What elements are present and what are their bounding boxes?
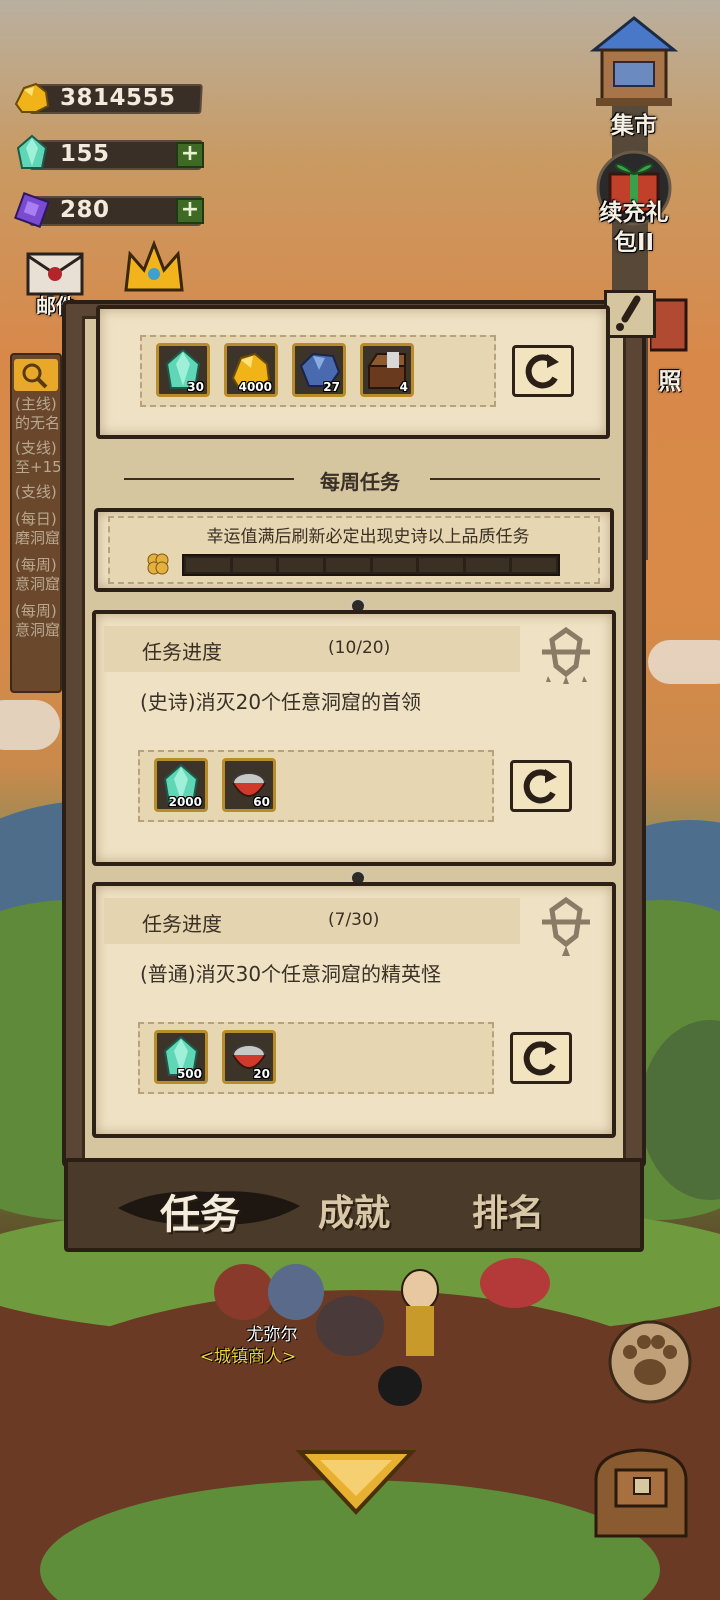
- reward-count: 60: [253, 795, 270, 809]
- photo-button[interactable]: 照: [648, 290, 710, 400]
- crystal-currency: 155 +: [12, 134, 204, 174]
- log-line: 意洞窟: [15, 575, 60, 593]
- gold-nugget-icon: [14, 82, 50, 113]
- reward-item[interactable]: 20: [222, 1030, 276, 1084]
- quest-log-sidebar[interactable]: (主线) 的无名 (支线) 至+15 (支线) (每日) 磨洞窟 (每周) 意洞…: [10, 353, 62, 693]
- gift-pack-button[interactable]: 续充礼包II: [584, 146, 684, 266]
- backpack-button[interactable]: [586, 1440, 696, 1550]
- log-line: (每日): [15, 510, 57, 528]
- task-progress-value: (7/30): [328, 910, 380, 930]
- weekly-tasks-header: 每周任务: [320, 470, 400, 494]
- log-line: 磨洞窟: [15, 529, 60, 547]
- reward-count: 4: [399, 380, 408, 394]
- photo-label: 照: [658, 369, 682, 395]
- log-line: (支线): [15, 439, 57, 457]
- camera-icon: [648, 298, 688, 352]
- epic-rank-emblem-icon: [542, 626, 590, 684]
- luck-card: 幸运值满后刷新必定出现史诗以上品质任务: [94, 508, 614, 592]
- reward-count: 2000: [168, 795, 202, 809]
- log-line: (每周): [15, 602, 57, 620]
- backpack-icon: [594, 1448, 688, 1538]
- purple-gem-icon: [14, 192, 50, 228]
- reward-count: 20: [253, 1067, 270, 1081]
- task-card: 任务进度 (7/30) (普通)消灭30个任意洞窟的精英怪 500 20: [92, 882, 616, 1138]
- common-rank-emblem-icon: [542, 896, 590, 956]
- top-reward-card: 30 4000 27 4: [96, 305, 610, 439]
- clover-icon: [147, 553, 169, 575]
- tab-bar: 任务 成就 排名: [64, 1158, 644, 1252]
- green-crystal-icon: [16, 134, 48, 169]
- task-description: (史诗)消灭20个任意洞窟的首领: [140, 690, 422, 714]
- task-card: 任务进度 (10/20) (史诗)消灭20个任意洞窟的首领 2000 60: [92, 610, 616, 866]
- reward-item[interactable]: 30: [156, 343, 210, 397]
- refresh-icon: [525, 354, 559, 389]
- tab-tasks[interactable]: 任务: [160, 1182, 240, 1240]
- market-stall-icon: [589, 16, 679, 106]
- reward-item[interactable]: 2000: [154, 758, 208, 812]
- expand-arrow-button[interactable]: [295, 1446, 417, 1518]
- task-description: (普通)消灭30个任意洞窟的精英怪: [140, 962, 442, 986]
- tab-achievements[interactable]: 成就: [318, 1184, 390, 1236]
- gold-amount: 3814555: [60, 85, 176, 111]
- weekly-divider-left: [124, 478, 294, 480]
- gem-currency: 280 +: [12, 190, 204, 230]
- red-creature[interactable]: [480, 1258, 550, 1308]
- log-line: 意洞窟: [15, 621, 60, 639]
- crystal-amount: 155: [60, 141, 110, 167]
- player-character[interactable]: [300, 1266, 450, 1416]
- luck-progress-bar: [182, 554, 560, 576]
- add-crystal-button[interactable]: +: [176, 142, 204, 168]
- reward-item[interactable]: 60: [222, 758, 276, 812]
- log-line: (每周): [15, 556, 57, 574]
- log-line: (主线): [15, 395, 57, 413]
- reward-count: 30: [187, 380, 204, 394]
- notice-tab[interactable]: [604, 290, 656, 338]
- log-line: 的无名: [15, 414, 60, 432]
- market-button[interactable]: 集市: [584, 10, 684, 140]
- luck-description: 幸运值满后刷新必定出现史诗以上品质任务: [206, 527, 530, 547]
- task-progress-value: (10/20): [328, 638, 391, 658]
- refresh-icon: [523, 1041, 557, 1076]
- crown-icon: [124, 239, 184, 292]
- gem-amount: 280: [60, 197, 110, 223]
- log-line: (支线): [15, 483, 57, 501]
- npc-title: <城镇商人>: [199, 1347, 297, 1367]
- reward-item[interactable]: 4: [360, 343, 414, 397]
- weekly-divider-right: [430, 478, 600, 480]
- task-progress-label: 任务进度: [142, 912, 222, 936]
- hero-figure-icon: [316, 1269, 439, 1406]
- reward-count: 27: [323, 380, 340, 394]
- exclamation-icon: [616, 295, 641, 331]
- paw-button[interactable]: [606, 1318, 694, 1406]
- reward-count: 4000: [238, 380, 272, 394]
- reward-item[interactable]: 27: [292, 343, 346, 397]
- add-gem-button[interactable]: +: [176, 198, 204, 224]
- paw-icon: [608, 1320, 692, 1404]
- gold-currency: 3814555: [12, 78, 204, 118]
- mail-button[interactable]: 邮件: [26, 250, 84, 318]
- reward-count: 500: [176, 1067, 202, 1081]
- event-button[interactable]: [122, 239, 186, 300]
- task-progress-label: 任务进度: [142, 640, 222, 664]
- chevron-down-icon: [295, 1450, 417, 1515]
- gift-pack-label: 续充礼包II: [599, 200, 669, 256]
- reward-item[interactable]: 4000: [224, 343, 278, 397]
- refresh-icon: [523, 769, 557, 804]
- log-line: 至+15: [15, 458, 60, 476]
- magnifier-icon: [14, 359, 58, 391]
- reward-item[interactable]: 500: [154, 1030, 208, 1084]
- market-label: 集市: [611, 113, 657, 139]
- refresh-button[interactable]: [510, 760, 572, 812]
- tab-ranking[interactable]: 排名: [472, 1184, 544, 1236]
- refresh-button[interactable]: [512, 345, 574, 397]
- refresh-button[interactable]: [510, 1032, 572, 1084]
